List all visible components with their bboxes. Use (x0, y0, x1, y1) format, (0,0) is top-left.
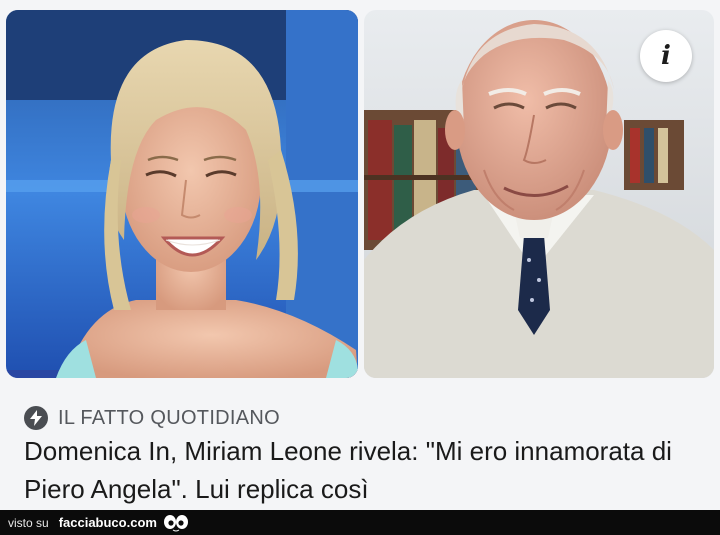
info-icon: i (661, 41, 671, 71)
news-card[interactable]: i IL FATTO QUOTIDIANO Domenica In, Miria… (0, 0, 720, 510)
watermark-site: facciabuco.com (58, 515, 157, 530)
photo-man-study[interactable]: i (364, 10, 714, 378)
watermark-prefix: visto su (8, 515, 49, 530)
eyes-logo-icon (163, 514, 189, 532)
article-headline[interactable]: Domenica In, Miriam Leone rivela: "Mi er… (24, 432, 704, 508)
photo-woman-image (6, 10, 358, 378)
watermark-bar: visto su facciabuco.com (0, 510, 720, 535)
source-name: IL FATTO QUOTIDIANO (58, 406, 281, 429)
bolt-icon (24, 406, 48, 430)
news-source[interactable]: IL FATTO QUOTIDIANO (24, 406, 280, 430)
photo-woman-studio[interactable] (6, 10, 358, 378)
info-button[interactable]: i (640, 30, 692, 82)
